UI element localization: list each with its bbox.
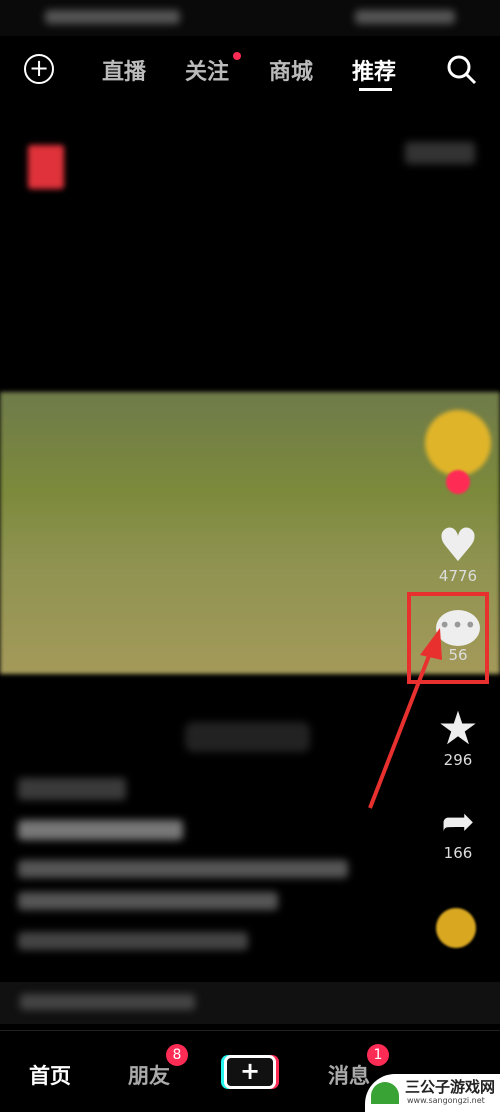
notification-dot [233, 52, 241, 60]
blurred-caption-1 [18, 860, 348, 878]
watermark-url: www.sangongzi.net [407, 1096, 485, 1105]
follow-button[interactable] [446, 470, 470, 494]
red-packet-icon[interactable] [28, 145, 64, 189]
search-icon[interactable] [446, 54, 478, 86]
status-bar [0, 0, 500, 36]
annotation-arrow [368, 628, 442, 809]
blurred-tag [18, 778, 126, 800]
messages-badge: 1 [367, 1044, 389, 1066]
watermark-logo-icon [371, 1082, 399, 1104]
active-tab-indicator [359, 88, 392, 91]
author-avatar[interactable] [425, 410, 491, 476]
blurred-caption-2 [18, 892, 278, 910]
battery-time [355, 10, 455, 24]
blurred-author [18, 820, 183, 840]
tab-friends[interactable]: 朋友 [128, 1060, 170, 1090]
watermark: 三公子游戏网 www.sangongzi.net [365, 1074, 500, 1112]
blurred-label [405, 142, 475, 164]
plus-circle-icon[interactable]: + [24, 54, 54, 84]
top-nav: + 直播 关注 商城 推荐 [0, 44, 500, 94]
watermark-name: 三公子游戏网 [405, 1078, 496, 1096]
tab-recommend[interactable]: 推荐 [352, 54, 396, 86]
tab-following[interactable]: 关注 [185, 54, 229, 86]
share-count: 166 [443, 844, 473, 862]
like-button[interactable]: ♥ 4776 [420, 518, 496, 585]
tab-home[interactable]: 首页 [29, 1060, 71, 1090]
tab-mall[interactable]: 商城 [269, 54, 313, 86]
like-count: 4776 [438, 567, 478, 585]
blurred-chip [185, 722, 310, 752]
heart-icon: ♥ [437, 518, 479, 572]
carrier-info [45, 10, 180, 24]
tab-messages[interactable]: 消息 [328, 1060, 370, 1090]
music-disc[interactable] [436, 908, 476, 948]
bottom-nav: 首页 朋友 8 + 消息 1 三公子游戏网 www.sangongzi.net [0, 1030, 500, 1112]
search-suggestion-bar[interactable] [0, 982, 500, 1024]
create-button[interactable]: + [224, 1055, 276, 1089]
blurred-music [18, 932, 248, 950]
blurred-suggestion [20, 994, 195, 1010]
friends-badge: 8 [166, 1044, 188, 1066]
tab-live[interactable]: 直播 [102, 54, 146, 86]
